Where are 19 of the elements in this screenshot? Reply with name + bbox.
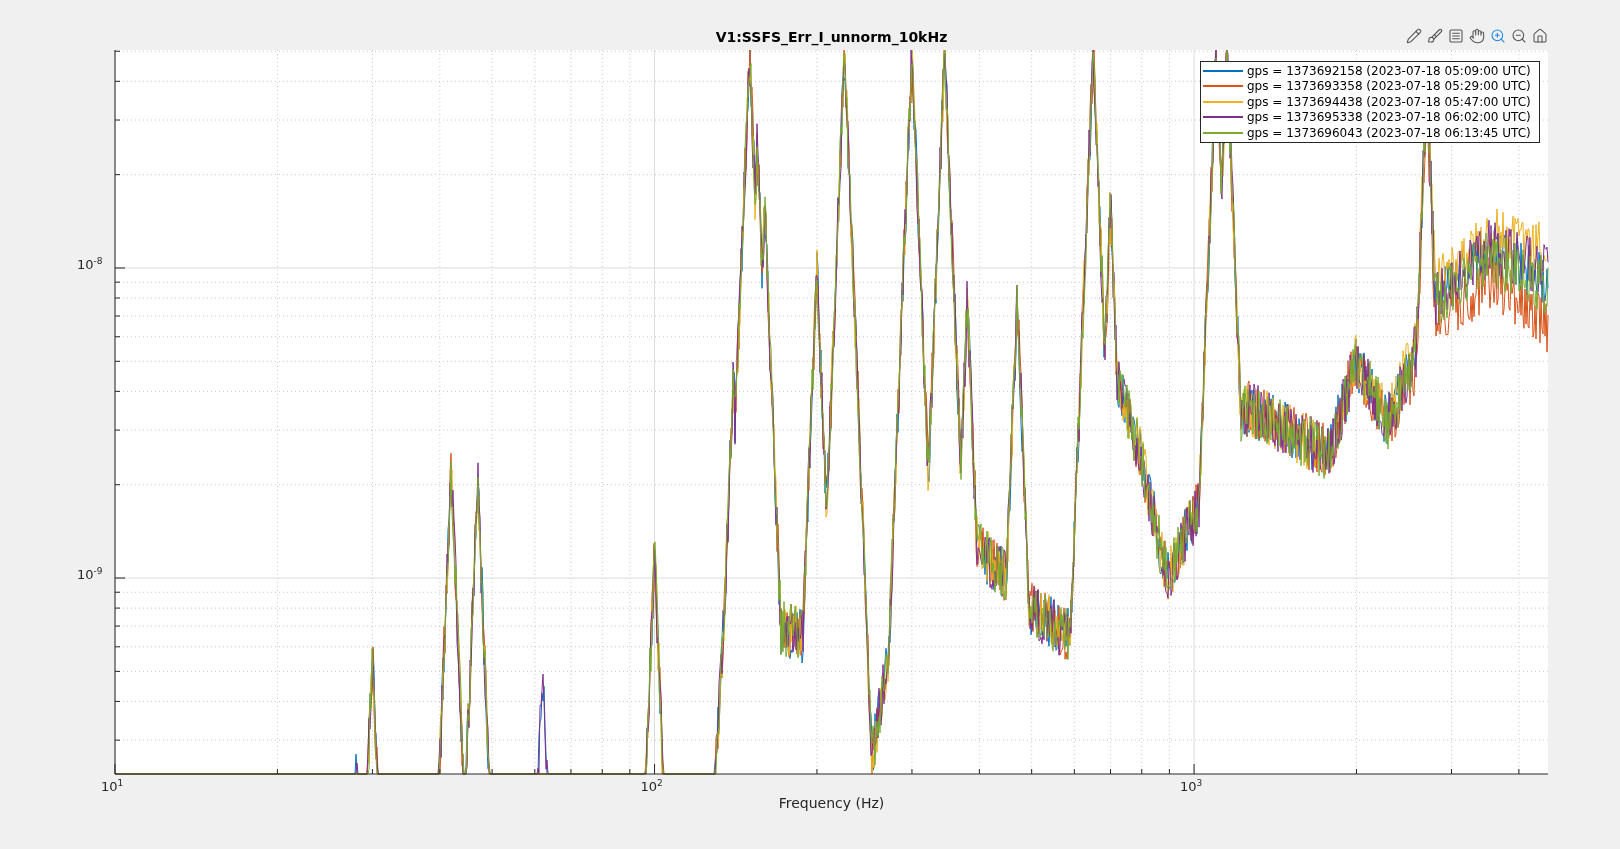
legend-label: gps = 1373696043 (2023-07-18 06:13:45 UTC) — [1247, 125, 1531, 140]
legend-label: gps = 1373693358 (2023-07-18 05:29:00 UTC) — [1247, 79, 1531, 94]
y-tick-label: 10$^{-9}$ — [77, 566, 103, 583]
legend-label: gps = 1373694438 (2023-07-18 05:47:00 UTC) — [1247, 94, 1531, 109]
x-axis-label: Frequency (Hz) — [778, 795, 885, 811]
y-tick-label: 10$^{-8}$ — [77, 255, 103, 273]
x-tick-label: 10$^{3}$ — [1180, 778, 1203, 795]
x-tick-label: 10$^{1}$ — [101, 778, 124, 795]
legend-icon[interactable] — [1447, 27, 1465, 45]
pencil-icon[interactable] — [1405, 27, 1423, 45]
legend-label: gps = 1373692158 (2023-07-18 05:09:00 UTC) — [1247, 63, 1531, 78]
home-icon[interactable] — [1531, 27, 1549, 45]
legend-label: gps = 1373695338 (2023-07-18 06:02:00 UTC) — [1247, 110, 1531, 125]
hand-icon[interactable] — [1468, 27, 1486, 45]
brush-icon[interactable] — [1426, 27, 1444, 45]
x-tick-label: 10$^{2}$ — [640, 778, 663, 795]
zoom-in-icon[interactable] — [1489, 27, 1507, 45]
zoom-out-icon[interactable] — [1510, 27, 1528, 45]
chart-title: V1:SSFS_Err_I_unnorm_10kHz — [715, 29, 948, 48]
